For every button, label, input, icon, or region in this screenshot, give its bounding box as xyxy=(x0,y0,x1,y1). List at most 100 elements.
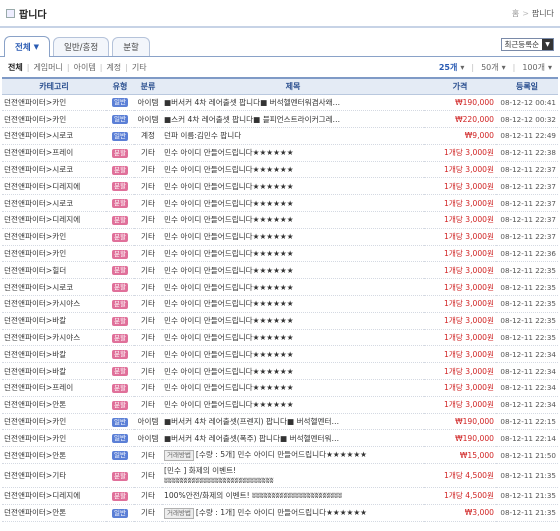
table-row[interactable]: 던전앤파이터>바칼 분할 기타 민수 아이디 만들어드립니다★★★★★★ 1개당 3,0… xyxy=(2,345,558,364)
filter-game-money[interactable]: 게임머니 xyxy=(33,62,62,73)
table-row[interactable]: 던전앤파이터>카인 일반 아이템 ■버서커 4차 레어출셋(폭주) 팝니다■ 버석헬멘… xyxy=(2,429,558,448)
listing-title[interactable]: 민수 아이디 만들어드립니다★★★★★★ xyxy=(164,400,294,409)
cell-title[interactable]: ■버서커 4차 레어출셋 팝니다■ 버석헬멘터워겸사왜… xyxy=(162,94,424,112)
listing-title[interactable]: 민수 아이디 만들어드립니다★★★★★★ xyxy=(164,383,294,392)
listing-title-block[interactable]: [민수 ] 화제의 이벤트! ʬʬʬʬʬʬʬʬʬʬʬʬʬʬʬʬʬʬʬʬʬʬʬʬʬʬ… xyxy=(164,466,422,486)
cell-title[interactable]: 거래방법 [수량 : 1개] 민수 아이디 만들어드립니다★★★★★★ xyxy=(162,504,424,522)
cell-title[interactable]: 민수 아이디 만들어드립니다★★★★★★ xyxy=(162,194,424,213)
filter-separator: | xyxy=(26,62,30,72)
table-row[interactable]: 던전앤파이터>시로코 분할 기타 민수 아이디 만들어드립니다★★★★★★ 1개당 3,… xyxy=(2,161,558,179)
listing-title-second-line[interactable]: ʬʬʬʬʬʬʬʬʬʬʬʬʬʬʬʬʬʬʬʬʬʬʬʬʬʬʬʬ xyxy=(164,476,422,486)
type-badge: 일반 xyxy=(112,508,128,518)
cell-kind: 기타 xyxy=(134,487,162,505)
listing-title[interactable]: 민수 아이디 만들어드립니다★★★★★★ xyxy=(164,299,294,308)
cell-title[interactable]: 100%안전/화제의 이벤트! ʬʬʬʬʬʬʬʬʬʬʬʬʬʬʬʬʬʬʬʬʬʬʬ xyxy=(162,487,424,505)
table-row[interactable]: 던전앤파이터>시로코 일반 계정 던파 이름:김민수 팝니다 ₩9,000 08-12-1… xyxy=(2,127,558,145)
cell-title[interactable]: 던파 이름:김민수 팝니다 xyxy=(162,127,424,145)
cell-title[interactable]: 민수 아이디 만들어드립니다★★★★★★ xyxy=(162,345,424,364)
cell-title[interactable]: 민수 아이디 만들어드립니다★★★★★★ xyxy=(162,396,424,414)
listing-title[interactable]: 민수 아이디 만들어드립니다★★★★★★ xyxy=(164,350,294,359)
table-row[interactable]: 던전앤파이터>안톤 분할 기타 민수 아이디 만들어드립니다★★★★★★ 1개당 3,0… xyxy=(2,396,558,414)
table-row[interactable]: 던전앤파이터>디레지에 분할 기타 100%안전/화제의 이벤트! ʬʬʬʬʬʬʬʬʬ… xyxy=(2,487,558,505)
cell-title[interactable]: 민수 아이디 만들어드립니다★★★★★★ xyxy=(162,278,424,297)
listing-title[interactable]: 민수 아이디 만들어드립니다★★★★★★ xyxy=(164,165,294,174)
cell-title[interactable]: ■스커 4차 레어출셋 팝니다■ 블피언스트라이커그레… xyxy=(162,110,424,129)
cell-title[interactable]: [민수 ] 화제의 이벤트! ʬʬʬʬʬʬʬʬʬʬʬʬʬʬʬʬʬʬʬʬʬʬʬʬʬʬ… xyxy=(162,463,424,489)
cell-title[interactable]: 민수 아이디 만들어드립니다★★★★★★ xyxy=(162,379,424,397)
filter-all[interactable]: 전체 xyxy=(8,62,23,73)
table-row[interactable]: 던전앤파이터>카시야스 분할 기타 민수 아이디 만들어드립니다★★★★★★ 1개당 3… xyxy=(2,329,558,347)
table-row[interactable]: 던전앤파이터>안톤 일반 기타 거래방법 [수량 : 5개] 민수 아이디 만들어드립니… xyxy=(2,446,558,465)
tab-normal-bargain[interactable]: 일반/흥정 xyxy=(53,37,110,56)
filter-etc[interactable]: 기타 xyxy=(132,62,147,73)
listing-title[interactable]: 민수 아이디 만들어드립니다★★★★★★ xyxy=(164,215,294,224)
table-row[interactable]: 던전앤파이터>프레이 분할 기타 민수 아이디 만들어드립니다★★★★★★ 1개당 3,… xyxy=(2,379,558,397)
listing-title[interactable]: 민수 아이디 만들어드립니다★★★★★★ xyxy=(164,182,294,191)
cell-title[interactable]: 민수 아이디 만들어드립니다★★★★★★ xyxy=(162,362,424,381)
cell-title[interactable]: ■버서커 4차 레어출셋(폭주) 팝니다■ 버석헬멘터워… xyxy=(162,429,424,448)
cell-title[interactable]: ■버서커 4차 레어출셋(프렌지) 팝니다■ 버석헬멘터… xyxy=(162,413,424,431)
listing-title[interactable]: 민수 아이디 만들어드립니다★★★★★★ xyxy=(164,266,294,275)
listing-title[interactable]: 민수 아이디 만들어드립니다★★★★★★ xyxy=(164,249,294,258)
listing-title[interactable]: 민수 아이디 만들어드립니다★★★★★★ xyxy=(164,367,294,376)
cell-title[interactable]: 민수 아이디 만들어드립니다★★★★★★ xyxy=(162,295,424,313)
sort-select[interactable]: 최근등록순 ▼ xyxy=(500,38,554,51)
listing-title[interactable]: 민수 아이디 만들어드립니다★★★★★★ xyxy=(164,199,294,208)
table-row[interactable]: 던전앤파이터>디레지에 분할 기타 민수 아이디 만들어드립니다★★★★★★ 1개당 3… xyxy=(2,211,558,229)
cell-title[interactable]: 민수 아이디 만들어드립니다★★★★★★ xyxy=(162,261,424,280)
listing-title[interactable]: 민수 아이디 만들어드립니다★★★★★★ xyxy=(164,232,294,241)
trade-method-tag: 거래방법 xyxy=(164,507,194,519)
cell-kind: 기타 xyxy=(134,446,162,465)
cell-title[interactable]: 민수 아이디 만들어드립니다★★★★★★ xyxy=(162,144,424,162)
table-row[interactable]: 던전앤파이터>프레이 분할 기타 민수 아이디 만들어드립니다★★★★★★ 1개당 3,… xyxy=(2,144,558,162)
table-row[interactable]: 던전앤파이터>카인 일반 아이템 ■버서커 4차 레어출셋(프렌지) 팝니다■ 버석헬… xyxy=(2,413,558,431)
table-row[interactable]: 던전앤파이터>힐더 분할 기타 민수 아이디 만들어드립니다★★★★★★ 1개당 3,0… xyxy=(2,261,558,280)
table-row[interactable]: 던전앤파이터>카인 일반 아이템 ■버서커 4차 레어출셋 팝니다■ 버석헬멘터워겸사… xyxy=(2,94,558,112)
table-row[interactable]: 던전앤파이터>바칼 분할 기타 민수 아이디 만들어드립니다★★★★★★ 1개당 3,0… xyxy=(2,362,558,381)
table-row[interactable]: 던전앤파이터>안톤 일반 기타 거래방법 [수량 : 1개] 민수 아이디 만들어드립니… xyxy=(2,504,558,522)
listing-title[interactable]: 민수 아이디 만들어드립니다★★★★★★ xyxy=(164,283,294,292)
listing-title[interactable]: [수량 : 5개] 민수 아이디 만들어드립니다★★★★★★ xyxy=(196,450,367,459)
table-row[interactable]: 던전앤파이터>카인 일반 아이템 ■스커 4차 레어출셋 팝니다■ 블피언스트라이커그… xyxy=(2,110,558,129)
cell-title[interactable]: 민수 아이디 만들어드립니다★★★★★★ xyxy=(162,312,424,330)
filter-item[interactable]: 아이템 xyxy=(74,62,96,73)
listing-title[interactable]: [민수 ] 화제의 이벤트! xyxy=(164,466,422,476)
cell-date: 08-12-11 22:34 xyxy=(496,379,558,397)
table-row[interactable]: 던전앤파이터>카시야스 분할 기타 민수 아이디 만들어드립니다★★★★★★ 1개당 3… xyxy=(2,295,558,313)
page-size-100[interactable]: 100개 xyxy=(522,62,545,73)
listing-title[interactable]: ■버서커 4차 레어출셋 팝니다■ 버석헬멘터워겸사왜… xyxy=(164,98,340,107)
tab-split[interactable]: 분할 xyxy=(112,37,150,56)
listing-title[interactable]: 민수 아이디 만들어드립니다★★★★★★ xyxy=(164,148,294,157)
breadcrumb-home[interactable]: 홈 xyxy=(512,9,519,18)
table-row[interactable]: 던전앤파이터>시로코 분할 기타 민수 아이디 만들어드립니다★★★★★★ 1개당 3,… xyxy=(2,194,558,213)
listing-title[interactable]: ■스커 4차 레어출셋 팝니다■ 블피언스트라이커그레… xyxy=(164,115,340,124)
cell-title[interactable]: 민수 아이디 만들어드립니다★★★★★★ xyxy=(162,245,424,263)
cell-title[interactable]: 민수 아이디 만들어드립니다★★★★★★ xyxy=(162,228,424,246)
cell-title[interactable]: 민수 아이디 만들어드립니다★★★★★★ xyxy=(162,329,424,347)
filter-account[interactable]: 계정 xyxy=(106,62,121,73)
cell-title[interactable]: 민수 아이디 만들어드립니다★★★★★★ xyxy=(162,161,424,179)
cell-title[interactable]: 민수 아이디 만들어드립니다★★★★★★ xyxy=(162,177,424,196)
table-row[interactable]: 던전앤파이터>바칼 분할 기타 민수 아이디 만들어드립니다★★★★★★ 1개당 3,0… xyxy=(2,312,558,330)
table-row[interactable]: 던전앤파이터>기타 분할 기타 [민수 ] 화제의 이벤트! ʬʬʬʬʬʬʬʬʬʬʬʬʬ… xyxy=(2,463,558,489)
type-badge: 일반 xyxy=(112,417,128,427)
listing-title[interactable]: ■버서커 4차 레어출셋(폭주) 팝니다■ 버석헬멘터워… xyxy=(164,434,339,443)
listing-title[interactable]: ■버서커 4차 레어출셋(프렌지) 팝니다■ 버석헬멘터… xyxy=(164,417,339,426)
table-row[interactable]: 던전앤파이터>시로코 분할 기타 민수 아이디 만들어드립니다★★★★★★ 1개당 3,… xyxy=(2,278,558,297)
price-amount: 3,000원 xyxy=(465,215,494,225)
listing-title[interactable]: 민수 아이디 만들어드립니다★★★★★★ xyxy=(164,316,294,325)
cell-title[interactable]: 거래방법 [수량 : 5개] 민수 아이디 만들어드립니다★★★★★★ xyxy=(162,446,424,465)
listing-title[interactable]: [수량 : 1개] 민수 아이디 만들어드립니다★★★★★★ xyxy=(196,508,367,517)
table-row[interactable]: 던전앤파이터>카인 분할 기타 민수 아이디 만들어드립니다★★★★★★ 1개당 3,0… xyxy=(2,228,558,246)
dropdown-arrow-icon: ▼ xyxy=(542,39,553,50)
page-size-25[interactable]: 25개 xyxy=(439,62,458,73)
listing-title[interactable]: 민수 아이디 만들어드립니다★★★★★★ xyxy=(164,333,294,342)
table-row[interactable]: 던전앤파이터>카인 분할 기타 민수 아이디 만들어드립니다★★★★★★ 1개당 3,0… xyxy=(2,245,558,263)
listing-title[interactable]: 던파 이름:김민수 팝니다 xyxy=(164,131,241,140)
cell-type: 일반 xyxy=(106,446,134,465)
table-row[interactable]: 던전앤파이터>디레지에 분할 기타 민수 아이디 만들어드립니다★★★★★★ 1개당 3… xyxy=(2,177,558,196)
listing-title[interactable]: 100%안전/화제의 이벤트! ʬʬʬʬʬʬʬʬʬʬʬʬʬʬʬʬʬʬʬʬʬʬʬ xyxy=(164,491,342,500)
tab-all[interactable]: 전체 ▼ xyxy=(4,36,51,57)
cell-title[interactable]: 민수 아이디 만들어드립니다★★★★★★ xyxy=(162,211,424,229)
page-size-50[interactable]: 50개 xyxy=(481,62,499,73)
